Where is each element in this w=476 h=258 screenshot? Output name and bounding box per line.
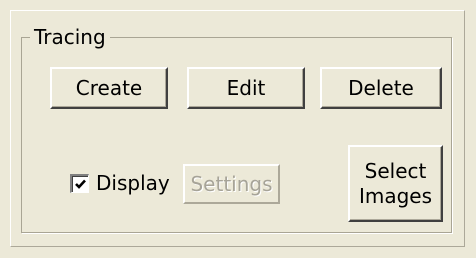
display-checkbox-label[interactable]: Display <box>96 170 170 196</box>
checkmark-icon <box>75 179 86 189</box>
edit-button[interactable]: Edit <box>187 67 305 109</box>
select-images-label-line2: Images <box>358 183 433 208</box>
select-images-label-line1: Select <box>364 158 427 183</box>
create-button[interactable]: Create <box>50 67 168 109</box>
display-checkbox[interactable] <box>70 174 89 193</box>
settings-button: Settings <box>183 164 280 204</box>
groupbox-title: Tracing <box>30 24 110 50</box>
delete-button[interactable]: Delete <box>320 67 442 109</box>
select-images-button[interactable]: Select Images <box>348 145 443 222</box>
